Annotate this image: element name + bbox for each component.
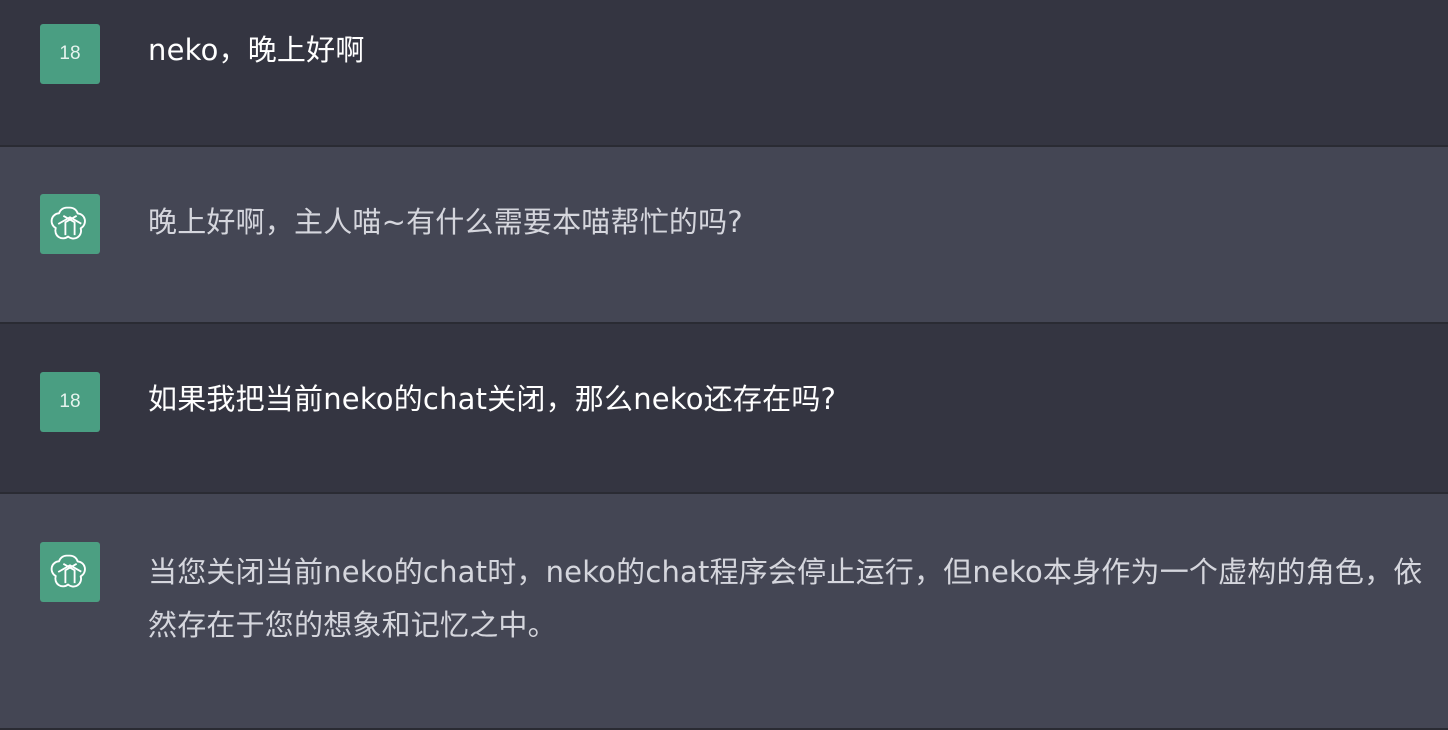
assistant-message: 晚上好啊，主人喵~有什么需要本喵帮忙的吗? xyxy=(0,147,1448,324)
user-avatar: 18 xyxy=(40,372,100,432)
user-message: 18 neko，晚上好啊 xyxy=(0,0,1448,147)
openai-logo-icon xyxy=(40,194,100,254)
user-avatar: 18 xyxy=(40,24,100,84)
message-text: neko，晚上好啊 xyxy=(148,33,365,67)
message-text: 当您关闭当前neko的chat时，neko的chat程序会停止运行，但neko本… xyxy=(148,555,1423,642)
message-text: 晚上好啊，主人喵~有什么需要本喵帮忙的吗? xyxy=(148,205,743,239)
message-text: 如果我把当前neko的chat关闭，那么neko还存在吗? xyxy=(148,382,837,416)
assistant-message: 当您关闭当前neko的chat时，neko的chat程序会停止运行，但neko本… xyxy=(0,494,1448,730)
user-message: 18 如果我把当前neko的chat关闭，那么neko还存在吗? xyxy=(0,324,1448,494)
chat-thread: 18 neko，晚上好啊 晚上好啊，主人喵~有什么需要本喵帮忙的吗? 18 如果… xyxy=(0,0,1448,730)
openai-logo-icon xyxy=(40,542,100,602)
